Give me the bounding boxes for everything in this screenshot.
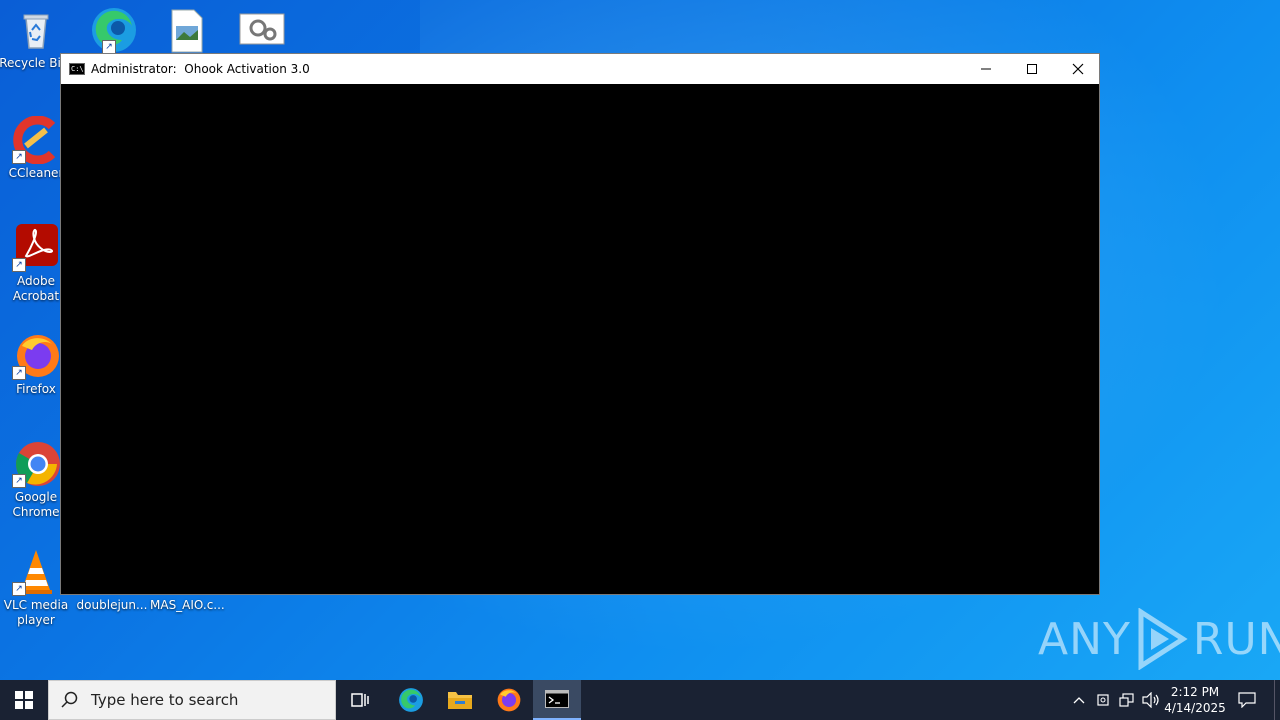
firefox-icon: ↗ [12,332,60,380]
watermark-text-left: ANY [1038,613,1131,665]
desktop-icon-label: CCleaner [8,166,64,180]
desktop-icon-config-file[interactable] [226,6,298,56]
shortcut-arrow-icon: ↗ [12,150,26,164]
taskbar-command-prompt[interactable] [533,680,581,720]
adobe-acrobat-icon: ↗ [12,224,60,272]
shortcut-arrow-icon: ↗ [102,40,116,54]
shortcut-arrow-icon: ↗ [12,582,26,596]
console-output-area[interactable] [61,84,1099,594]
search-placeholder: Type here to search [91,691,239,709]
minimize-icon [981,68,991,70]
search-icon [61,691,78,708]
window-titlebar[interactable]: C:\ Administrator: Ohook Activation 3.0 [61,54,1099,84]
taskbar-clock[interactable]: 2:12 PM 4/14/2025 [1160,680,1230,720]
command-prompt-icon [545,690,569,708]
desktop-icon-label: MAS_AIO.c... [150,598,225,612]
command-prompt-icon: C:\ [69,63,85,75]
shortcut-arrow-icon: ↗ [12,366,26,380]
desktop-icon-label: doublejun... [76,598,148,612]
action-center-button[interactable] [1234,680,1260,720]
edge-icon: ↗ [88,6,136,54]
start-button[interactable] [0,680,48,720]
notification-icon [1238,692,1256,708]
tray-device-button[interactable] [1092,680,1114,720]
minimize-button[interactable] [963,54,1009,84]
tray-volume-button[interactable] [1140,680,1162,720]
task-view-icon [351,693,369,707]
tray-network-button[interactable] [1116,680,1138,720]
image-file-icon [162,6,210,54]
shortcut-arrow-icon: ↗ [12,258,26,272]
desktop-icon-label: Recycle Bi [0,56,61,70]
taskbar-firefox[interactable] [485,680,533,720]
taskbar-search-box[interactable]: Type here to search [48,680,336,720]
taskbar-edge[interactable] [387,680,435,720]
task-view-button[interactable] [336,680,384,720]
close-icon [1072,63,1084,75]
maximize-icon [1027,64,1037,74]
clock-date: 4/14/2025 [1164,701,1226,715]
watermark-text-right: RUN [1192,613,1280,665]
desktop-icon-label: VLC media [3,598,69,612]
chrome-icon: ↗ [12,440,60,488]
console-window[interactable]: C:\ Administrator: Ohook Activation 3.0 [60,53,1100,595]
desktop-icon-edge[interactable]: ↗ [76,6,148,56]
folder-icon [448,692,472,709]
show-desktop-divider[interactable] [1274,680,1275,720]
show-hidden-icons-button[interactable] [1068,680,1090,720]
gear-file-icon [238,6,286,54]
close-button[interactable] [1055,54,1101,84]
recycle-bin-icon [12,6,60,54]
chevron-up-icon [1073,697,1085,704]
shortcut-arrow-icon: ↗ [12,474,26,488]
network-icon [1119,693,1134,707]
taskbar-file-explorer[interactable] [436,680,484,720]
anyrun-watermark: ANY RUN [1038,608,1280,670]
taskbar: Type here to search 2:12 PM 4/14/2025 [0,680,1280,720]
desktop-icon-label: player [17,613,55,627]
vlc-icon: ↗ [12,548,60,596]
ccleaner-icon: ↗ [12,115,60,165]
volume-icon [1142,692,1159,708]
play-logo-icon [1138,608,1188,670]
desktop-icon-label: Firefox [16,382,56,396]
clock-time: 2:12 PM [1170,685,1220,699]
window-title: Administrator: Ohook Activation 3.0 [91,62,310,76]
edge-icon [399,688,423,712]
firefox-icon [497,688,521,712]
device-icon [1097,694,1109,706]
windows-logo-icon [15,691,33,709]
maximize-button[interactable] [1009,54,1055,84]
desktop-icon-image-file[interactable] [150,6,222,56]
